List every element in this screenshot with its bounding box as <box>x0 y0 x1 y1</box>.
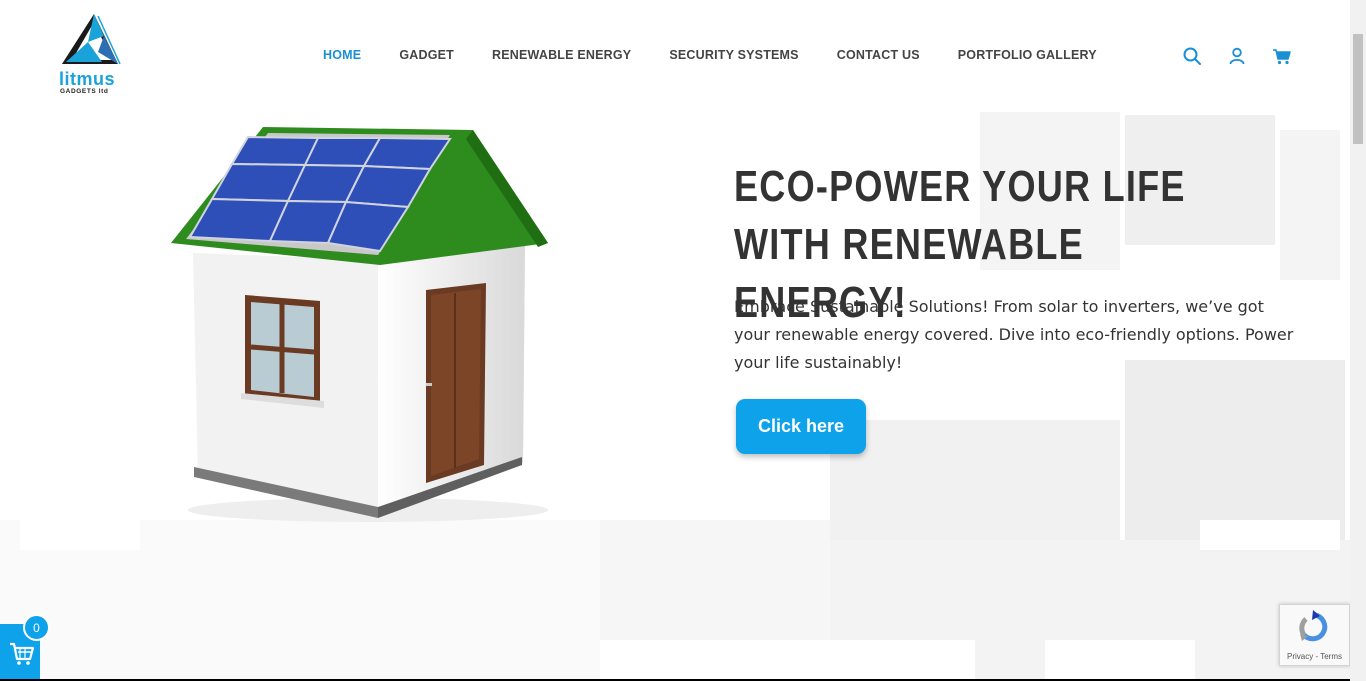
nav-item-renewable-energy[interactable]: RENEWABLE ENERGY <box>492 48 631 62</box>
nav-item-home[interactable]: HOME <box>323 48 361 62</box>
search-icon[interactable] <box>1182 46 1202 66</box>
site-header: litmus GADGETS ltd HOME GADGET RENEWABLE… <box>0 0 1350 112</box>
recaptcha-badge[interactable]: Privacy - Terms <box>1279 604 1350 666</box>
click-here-button[interactable]: Click here <box>736 399 866 454</box>
scrollbar-thumb[interactable] <box>1353 34 1363 144</box>
hero-description: Embrace Sustainable Solutions! From sola… <box>734 297 1294 372</box>
cart-count-badge: 0 <box>23 614 50 641</box>
nav-item-portfolio-gallery[interactable]: PORTFOLIO GALLERY <box>958 48 1097 62</box>
nav-item-security-systems[interactable]: SECURITY SYSTEMS <box>669 48 798 62</box>
page-scrollbar[interactable] <box>1350 0 1366 681</box>
recaptcha-icon <box>1299 610 1328 642</box>
solar-house-image <box>168 125 553 525</box>
logo-subtitle: GADGETS ltd <box>60 88 109 95</box>
main-nav: HOME GADGET RENEWABLE ENERGY SECURITY SY… <box>323 48 1135 62</box>
logo-name: litmus <box>59 69 116 89</box>
recaptcha-links[interactable]: Privacy - Terms <box>1280 652 1349 661</box>
nav-item-gadget[interactable]: GADGET <box>399 48 454 62</box>
litmus-logo[interactable]: litmus GADGETS ltd <box>58 12 122 100</box>
logo-mark-icon <box>62 14 121 65</box>
nav-item-contact-us[interactable]: CONTACT US <box>837 48 920 62</box>
user-icon[interactable] <box>1227 46 1247 66</box>
cart-icon[interactable] <box>1272 46 1292 66</box>
